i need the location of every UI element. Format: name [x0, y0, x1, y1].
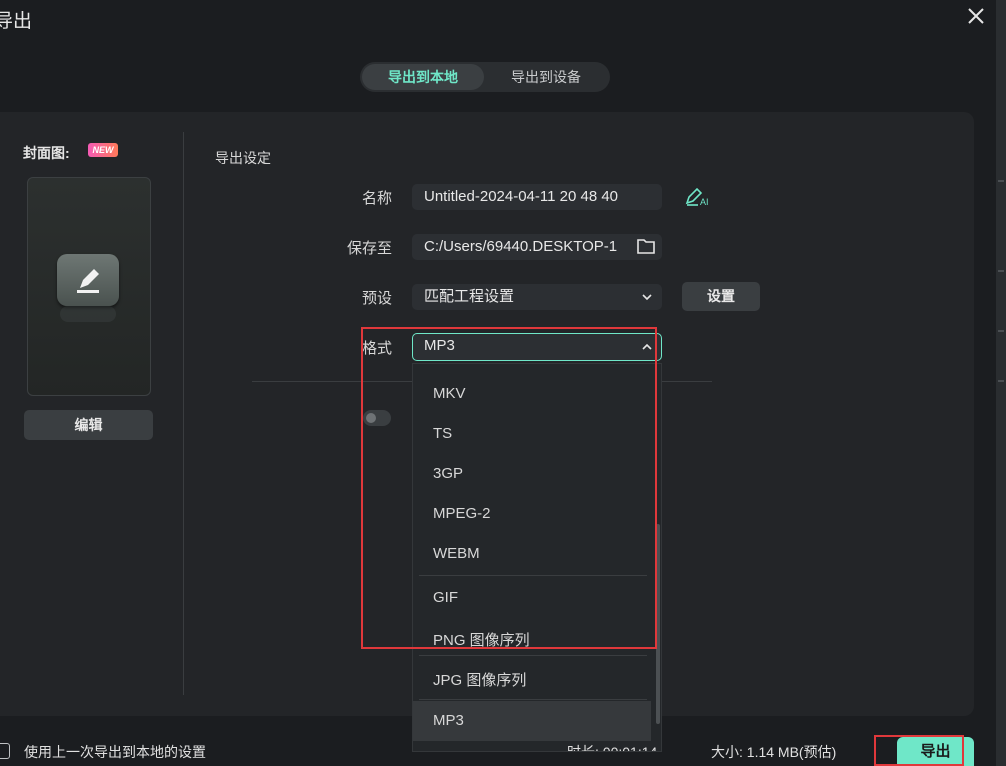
tab-export-device[interactable]: 导出到设备 [486, 64, 606, 90]
highlight-export-box [874, 735, 964, 766]
close-icon[interactable] [964, 4, 988, 28]
format-option-selected[interactable]: MP3 [433, 712, 464, 729]
export-target-tabs: 导出到本地 导出到设备 [360, 62, 610, 92]
dropdown-separator [419, 655, 647, 656]
format-option[interactable]: JPG 图像序列 [433, 669, 526, 690]
reuse-settings-label: 使用上一次导出到本地的设置 [24, 744, 206, 760]
tab-export-local[interactable]: 导出到本地 [362, 64, 484, 90]
preset-label: 预设 [361, 290, 392, 307]
new-badge: NEW [88, 143, 118, 157]
folder-icon[interactable] [636, 237, 656, 255]
duration-text: 时长: 00:01:14 [567, 744, 658, 760]
name-input[interactable]: Untitled-2024-04-11 20 48 40 [412, 184, 662, 210]
section-title: 导出设定 [215, 150, 271, 166]
reuse-settings-checkbox[interactable] [0, 743, 10, 759]
edit-cover-button[interactable]: 编辑 [24, 410, 153, 440]
chevron-down-icon [640, 290, 654, 304]
vertical-divider [183, 132, 184, 695]
save-path-input[interactable]: C:/Users/69440.DESKTOP-1 [412, 234, 662, 260]
side-scroll-strip [996, 0, 1006, 766]
highlight-format-box [361, 327, 657, 649]
preset-select[interactable]: 匹配工程设置 [412, 284, 662, 310]
ai-edit-icon[interactable]: AI [684, 186, 712, 208]
name-label: 名称 [361, 190, 392, 207]
preset-settings-button[interactable]: 设置 [682, 282, 760, 311]
save-to-label: 保存至 [346, 240, 392, 257]
svg-text:AI: AI [700, 197, 709, 207]
pencil-edit-icon [57, 254, 119, 306]
size-estimate: 大小: 1.14 MB(预估) [711, 744, 837, 760]
cover-icon-reflection [60, 306, 116, 322]
cover-label: 封面图: [23, 145, 70, 161]
window-title: 导出 [0, 11, 33, 32]
dropdown-separator [419, 699, 647, 700]
